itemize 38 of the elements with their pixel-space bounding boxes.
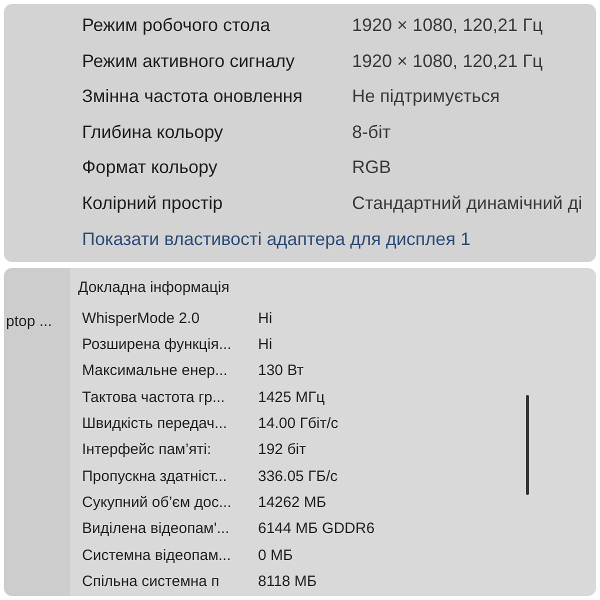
detail-label: Швидкість передач... (82, 414, 228, 434)
detail-value: 14.00 Гбіт/с (258, 414, 338, 434)
detail-label: Інтерфейс пам’яті: (82, 440, 212, 460)
property-label: Режим робочого стола (82, 14, 272, 38)
detail-label: Пропускна здатніст... (82, 466, 228, 487)
detail-label: WhisperMode 2.0 (82, 308, 201, 329)
section-heading: Докладна інформація (78, 278, 230, 298)
detail-label: Системна відеопам... (82, 546, 232, 566)
property-value: RGB (352, 156, 392, 180)
adapter-properties-link[interactable]: Показати властивості адаптера для дисплея 1 (82, 226, 470, 253)
detail-value: Ні (258, 308, 272, 329)
property-label: Змінна частота оновлення (82, 85, 304, 108)
property-label: Глибина кольору (82, 120, 224, 144)
detail-label: Розширена функція... (82, 335, 232, 356)
detail-value: 0 МБ (258, 546, 293, 566)
detail-value: 192 біт (258, 440, 306, 460)
detail-label: Спільна системна п (82, 572, 220, 592)
property-value: 1920 × 1080, 120,21 Гц (352, 50, 543, 73)
property-label: Формат кольору (82, 156, 218, 180)
detail-label: Виділена відеопам'... (82, 519, 230, 540)
sidebar-item[interactable]: ptop ... (6, 313, 52, 330)
property-value: Стандартний динамічний ді (352, 192, 582, 215)
detail-value: 130 Вт (258, 361, 304, 382)
property-value: 8-біт (352, 120, 391, 144)
property-value: 1920 × 1080, 120,21 Гц (352, 14, 543, 38)
detail-value: Ні (258, 335, 272, 356)
detail-label: Максимальне енер... (82, 361, 228, 382)
property-label: Режим активного сигналу (82, 50, 296, 73)
detail-label: Сукупний об’єм дос... (82, 492, 232, 513)
property-label: Колірний простір (82, 192, 224, 215)
detail-value: 14262 МБ (258, 492, 326, 513)
detail-label: Тактова частота гр... (82, 388, 226, 408)
detail-value: 6144 МБ GDDR6 (258, 519, 375, 540)
detail-value: 1425 МГц (258, 388, 325, 408)
detail-value: 336.05 ГБ/с (258, 466, 338, 487)
property-value: Не підтримується (352, 85, 500, 108)
detail-value: 8118 МБ (258, 572, 317, 592)
scrollbar-thumb[interactable] (526, 395, 529, 495)
